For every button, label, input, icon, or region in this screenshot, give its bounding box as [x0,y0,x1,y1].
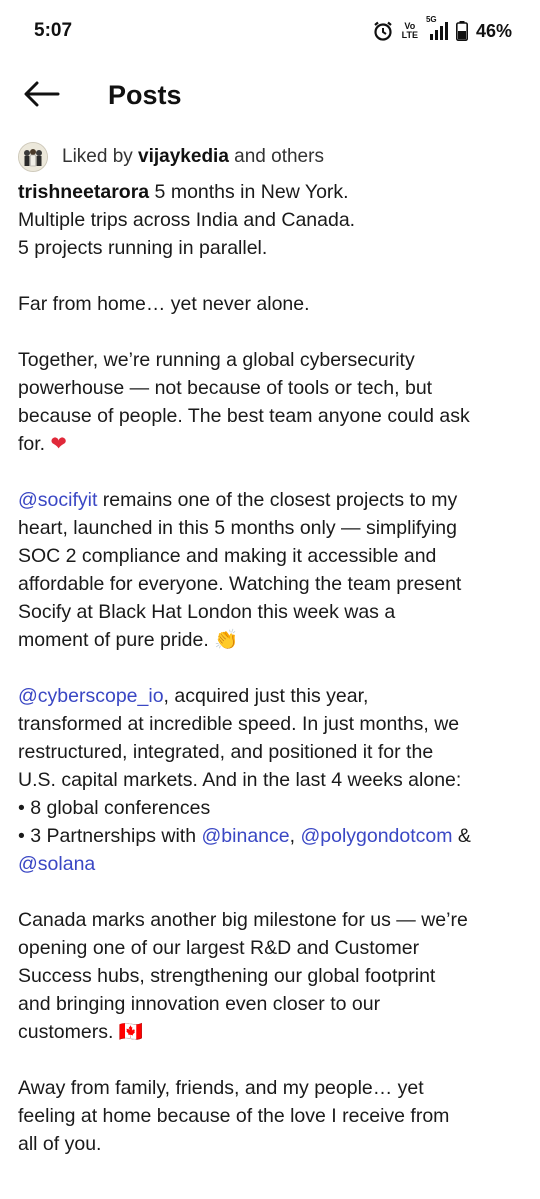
caption-paragraph: @cyberscope_io, acquired just this year,… [18,682,523,878]
caption-text: , [289,825,301,847]
network-type-label: 5G [425,15,437,24]
caption-line: powerhouse — not because of tools or tec… [18,377,433,399]
caption-text: remains one of the closest projects to m… [97,489,458,511]
arrow-left-icon [24,81,60,112]
battery-icon [455,21,468,41]
caption-line: and bringing innovation even closer to o… [18,993,381,1015]
liked-by-prefix: Liked by [62,146,139,167]
caption-line: trishneetarora 5 months in New York. [18,178,523,206]
caption-paragraph: @socifyit remains one of the closest pro… [18,486,523,654]
caption-line: restructured, integrated, and positioned… [18,741,434,763]
status-bar: 5:07 Vo LTE 5G 46% [0,0,540,62]
liked-by-row[interactable]: Liked by vijaykedia and others [18,142,324,172]
caption-line: @cyberscope_io, acquired just this year, [18,682,523,710]
caption-line: feeling at home because of the love I re… [18,1105,450,1127]
volte-icon: Vo LTE [402,22,418,40]
caption-line: heart, launched in this 5 months only — … [18,517,457,539]
caption-line: @solana [18,850,523,878]
caption-text: & [452,825,471,847]
caption-line: affordable for everyone. Watching the te… [18,573,462,595]
caption-text: 5 months in New York. [149,181,349,203]
caption-line: because of people. The best team anyone … [18,405,470,427]
caption-line: for. ❤ [18,430,523,458]
mention-binance[interactable]: @binance [202,825,290,847]
caption-line: U.S. capital markets. And in the last 4 … [18,769,462,791]
back-button[interactable] [22,76,62,116]
caption-line: • 8 global conferences [18,797,211,819]
caption-line: Together, we’re running a global cyberse… [18,349,415,371]
caption-paragraph: Away from family, friends, and my people… [18,1074,523,1158]
liked-by-suffix: and others [228,146,324,167]
avatar[interactable] [18,142,48,172]
volte-bottom-label: LTE [401,30,418,40]
header: Posts [0,74,540,118]
status-time: 5:07 [34,20,73,41]
caption-paragraph: trishneetarora 5 months in New York. Mul… [18,178,523,262]
heart-emoji: ❤ [50,433,67,455]
caption-paragraph: Canada marks another big milestone for u… [18,906,523,1046]
post-caption: trishneetarora 5 months in New York. Mul… [18,178,523,1186]
page-title: Posts [108,80,182,110]
caption-line: SOC 2 compliance and making it accessibl… [18,545,437,567]
caption-line: opening one of our largest R&D and Custo… [18,937,420,959]
mention-cyberscope[interactable]: @cyberscope_io [18,685,164,707]
post-author[interactable]: trishneetarora [18,181,149,203]
caption-line: customers. 🇨🇦 [18,1021,144,1043]
status-icons: Vo LTE 5G 46% [372,15,512,44]
caption-text: , acquired just this year, [163,685,369,707]
caption-line: Far from home… yet never alone. [18,293,310,315]
mention-socifyit[interactable]: @socifyit [18,489,97,511]
caption-line: • 3 Partnerships with @binance, @polygon… [18,822,523,850]
caption-line: 5 projects running in parallel. [18,237,268,259]
mention-solana[interactable]: @solana [18,853,95,875]
caption-line: @socifyit remains one of the closest pro… [18,486,523,514]
mention-polygondotcom[interactable]: @polygondotcom [300,825,452,847]
signal-icon: 5G [426,15,448,41]
caption-line: Canada marks another big milestone for u… [18,909,468,931]
caption-line: Socify at Black Hat London this week was… [18,601,396,623]
caption-text: for. [18,433,51,455]
caption-text: • 3 Partnerships with [18,825,202,847]
caption-line: Multiple trips across India and Canada. [18,209,356,231]
caption-line: Away from family, friends, and my people… [18,1077,424,1099]
liked-by-user[interactable]: vijaykedia [138,146,229,167]
caption-line: moment of pure pride. 👏 [18,629,239,651]
alarm-icon [372,20,394,42]
caption-paragraph: Far from home… yet never alone. [18,290,523,318]
caption-paragraph: Together, we’re running a global cyberse… [18,346,523,458]
caption-line: Success hubs, strengthening our global f… [18,965,436,987]
caption-line: transformed at incredible speed. In just… [18,713,460,735]
caption-line: all of you. [18,1133,102,1155]
battery-percent: 46% [475,20,512,41]
liked-by-text: Liked by vijaykedia and others [62,146,324,168]
